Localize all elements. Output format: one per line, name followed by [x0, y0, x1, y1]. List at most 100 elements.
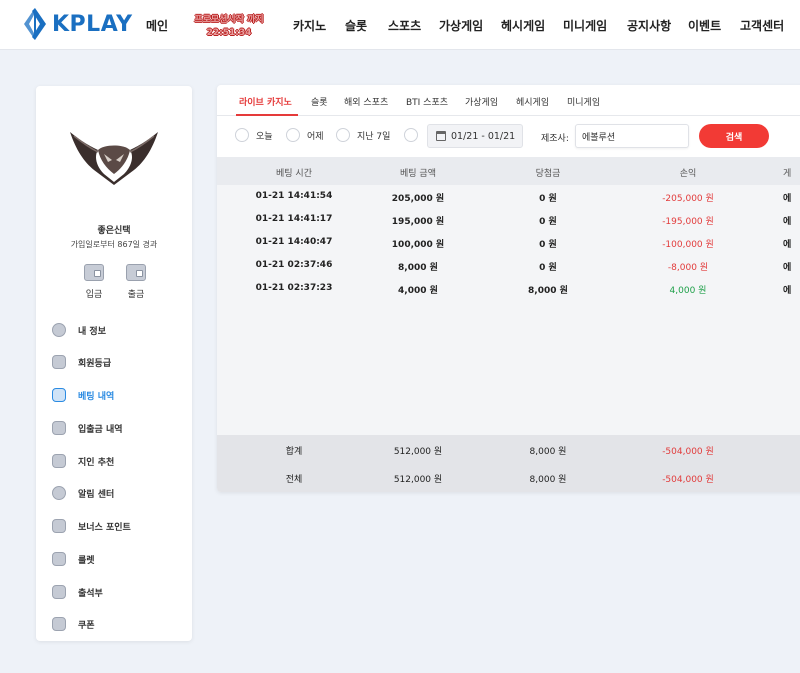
- sidebar-item-label: 알림 센터: [78, 489, 115, 500]
- smile-icon: [52, 323, 66, 337]
- search-button[interactable]: 검색: [699, 124, 769, 148]
- cell-game: 에: [783, 217, 792, 227]
- promo-timer: 22:51:34: [206, 28, 252, 38]
- avatar: [70, 132, 158, 185]
- cell-win: 0 원: [539, 263, 557, 273]
- filter-last-7-days-label: 지난 7일: [357, 131, 391, 142]
- sidebar-item-my-info[interactable]: 내 정보: [52, 320, 182, 340]
- nav-event[interactable]: 이벤트: [688, 17, 721, 34]
- wallet-icon: [52, 421, 66, 435]
- wallet-icon: [126, 264, 146, 281]
- sidebar-item-attendance[interactable]: 출석부: [52, 582, 182, 602]
- heart-badge-icon: [52, 355, 66, 369]
- tab-virtual-game[interactable]: 가상게임: [465, 95, 498, 108]
- vendor-label: 제조사:: [541, 134, 569, 144]
- nav-casino[interactable]: 카지노: [293, 17, 326, 34]
- filter-today[interactable]: 오늘: [235, 128, 273, 142]
- betting-list-icon: [52, 388, 66, 402]
- table-totals: 합계 512,000 원 8,000 원 -504,000 원 전체 512,0…: [217, 435, 800, 492]
- tab-overseas-sports[interactable]: 해외 스포츠: [344, 95, 388, 108]
- header-bet-time: 베팅 시간: [276, 169, 312, 179]
- sidebar-item-label: 회원등급: [78, 358, 112, 369]
- cell-bet: 100,000 원: [391, 240, 445, 250]
- withdraw-label: 출금: [127, 290, 145, 300]
- filter-yesterday[interactable]: 어제: [286, 128, 324, 142]
- game-tabs: 라이브 카지노 슬롯 해외 스포츠 BTI 스포츠 가상게임 헤시게임 미니게임: [217, 85, 800, 116]
- roulette-icon: [52, 552, 66, 566]
- sidebar-item-member-level[interactable]: 회원등급: [52, 352, 182, 372]
- table-body: 01-21 14:41:54 205,000 원 0 원 -205,000 원 …: [217, 185, 800, 435]
- cell-time: 01-21 02:37:46: [255, 260, 333, 270]
- deposit-button[interactable]: 입금: [74, 264, 114, 300]
- sidebar-item-transactions[interactable]: 입출금 내역: [52, 418, 182, 438]
- table-row: 01-21 14:41:54 205,000 원 0 원 -205,000 원 …: [217, 185, 800, 208]
- sidebar-item-coupon[interactable]: 쿠폰: [52, 614, 182, 634]
- filter-last-7-days[interactable]: 지난 7일: [336, 128, 390, 142]
- filter-custom-range[interactable]: [404, 128, 425, 142]
- vendor-input[interactable]: [575, 124, 689, 148]
- cell-pnl: 4,000 원: [669, 286, 707, 296]
- cell-win: 0 원: [539, 194, 557, 204]
- nav-promo-countdown[interactable]: 프로모션시작 까지 22:51:34: [186, 14, 272, 40]
- nav-virtual-game[interactable]: 가상게임: [439, 17, 483, 34]
- filter-yesterday-label: 어제: [307, 131, 324, 142]
- withdraw-button[interactable]: 출금: [116, 264, 156, 300]
- sidebar-item-betting-history[interactable]: 베팅 내역: [52, 385, 182, 405]
- cell-pnl: -195,000 원: [662, 217, 714, 227]
- cell-pnl: -8,000 원: [667, 263, 709, 273]
- sidebar-item-label: 내 정보: [78, 326, 106, 337]
- sidebar-item-label: 쿠폰: [78, 620, 95, 631]
- chat-icon: [52, 486, 66, 500]
- tab-mini-game[interactable]: 미니게임: [567, 95, 600, 108]
- header-winnings: 당첨금: [535, 169, 561, 179]
- table-header: 베팅 시간 베팅 금액 당첨금 손익 게: [217, 157, 800, 185]
- sidebar-item-roulette[interactable]: 룰렛: [52, 549, 182, 569]
- logo[interactable]: KPLAY: [22, 7, 133, 41]
- tab-live-casino[interactable]: 라이브 카지노: [239, 95, 292, 108]
- table-row: 01-21 02:37:23 4,000 원 8,000 원 4,000 원 에: [217, 277, 800, 300]
- sidebar-item-label: 보너스 포인트: [78, 522, 131, 533]
- nav-slot[interactable]: 슬롯: [345, 17, 367, 34]
- filter-bar: 오늘 어제 지난 7일 01/21 - 01/21 제조사: 검색: [217, 116, 800, 156]
- nav-sports[interactable]: 스포츠: [388, 17, 421, 34]
- sidebar: 좋은신택 가입일로부터 867일 경과 입금 출금 내 정보 회원등급 베팅 내…: [36, 86, 192, 641]
- tab-bti-sports[interactable]: BTI 스포츠: [406, 95, 448, 108]
- cell-pnl: -205,000 원: [662, 194, 714, 204]
- nav-mini-game[interactable]: 미니게임: [563, 17, 607, 34]
- cell-bet: 195,000 원: [391, 217, 445, 227]
- betting-history-panel: 라이브 카지노 슬롯 해외 스포츠 BTI 스포츠 가상게임 헤시게임 미니게임…: [217, 85, 800, 492]
- date-range-picker[interactable]: 01/21 - 01/21: [427, 124, 523, 148]
- cell-time: 01-21 02:37:23: [255, 283, 333, 293]
- date-range-text: 01/21 - 01/21: [451, 130, 516, 142]
- header-game: 게: [783, 169, 792, 179]
- tab-hash-game[interactable]: 헤시게임: [516, 95, 549, 108]
- header-profit-loss: 손익: [679, 169, 697, 179]
- envelope-heart-icon: [52, 454, 66, 468]
- wallet-icon: [84, 264, 104, 281]
- nav-support[interactable]: 고객센터: [740, 17, 784, 34]
- tab-slot[interactable]: 슬롯: [311, 95, 328, 108]
- cell-time: 01-21 14:41:17: [255, 214, 333, 224]
- nav-main[interactable]: 메인: [146, 17, 168, 34]
- radio-button: [404, 128, 418, 142]
- user-since: 가입일로부터 867일 경과: [70, 240, 158, 249]
- cell-win: 8,000 원: [529, 447, 567, 457]
- radio-button: [336, 128, 350, 142]
- cell-time: 01-21 14:41:54: [255, 191, 333, 201]
- cell-bet: 8,000 원: [398, 263, 438, 273]
- nav-hash-game[interactable]: 헤시게임: [501, 17, 545, 34]
- sidebar-item-label: 룰렛: [78, 555, 95, 566]
- logo-text: KPLAY: [52, 11, 133, 37]
- table-row: 01-21 14:40:47 100,000 원 0 원 -100,000 원 …: [217, 231, 800, 254]
- top-nav: KPLAY 메인 프로모션시작 까지 22:51:34 카지노 슬롯 스포츠 가…: [0, 0, 800, 50]
- sidebar-item-label: 베팅 내역: [78, 391, 115, 402]
- sidebar-item-bonus-point[interactable]: 보너스 포인트: [52, 516, 182, 536]
- totals-row-subtotal: 합계 512,000 원 8,000 원 -504,000 원: [217, 438, 800, 461]
- radio-button: [286, 128, 300, 142]
- sidebar-item-referral[interactable]: 지인 추천: [52, 451, 182, 471]
- sidebar-item-notifications[interactable]: 알림 센터: [52, 483, 182, 503]
- filter-today-label: 오늘: [256, 131, 273, 142]
- user-name: 좋은신택: [97, 226, 131, 236]
- radio-button: [235, 128, 249, 142]
- nav-notice[interactable]: 공지사항: [627, 17, 671, 34]
